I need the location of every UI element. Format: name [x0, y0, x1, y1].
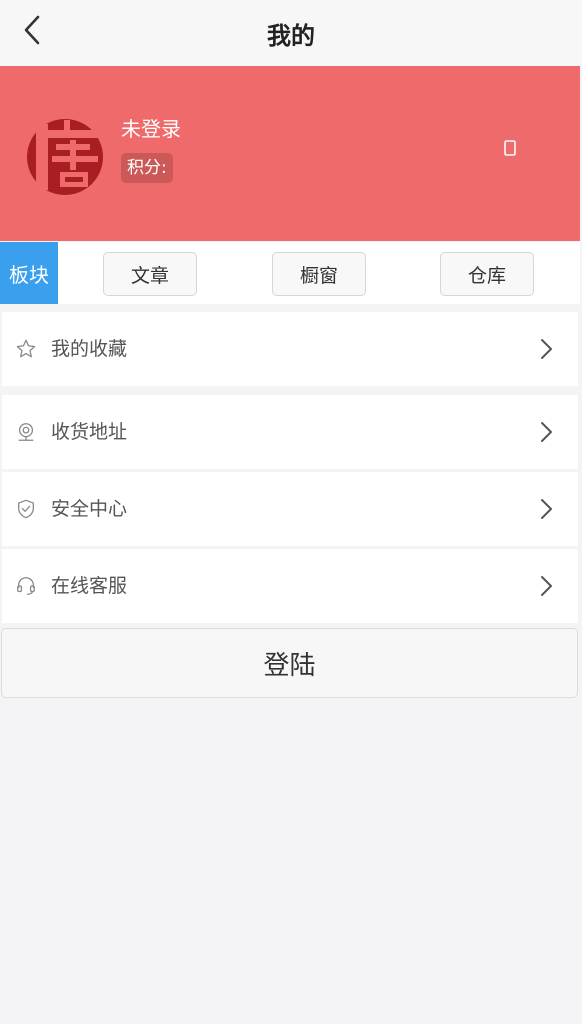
tab-articles[interactable]: 文章 — [103, 252, 197, 296]
chevron-right-icon — [536, 496, 556, 522]
menu-item-address[interactable]: 收货地址 — [2, 395, 578, 469]
category-tabs: 板块 文章 橱窗 仓库 — [0, 242, 580, 304]
profile-banner: 未登录 积分: — [0, 66, 580, 241]
tab-board[interactable]: 板块 — [0, 242, 58, 304]
menu-item-label: 收货地址 — [51, 421, 128, 443]
points-badge: 积分: — [121, 153, 173, 183]
headset-icon — [14, 574, 38, 598]
chevron-right-icon — [536, 419, 556, 445]
message-icon — [504, 140, 516, 156]
shield-icon — [14, 497, 38, 521]
tang-logo-icon — [27, 119, 103, 195]
menu-item-security[interactable]: 安全中心 — [2, 472, 578, 546]
user-name[interactable]: 未登录 — [121, 113, 181, 142]
location-icon — [14, 420, 38, 444]
chevron-right-icon — [536, 336, 556, 362]
tab-showcase[interactable]: 橱窗 — [272, 252, 366, 296]
header-bar: 我的 — [0, 0, 582, 66]
menu-item-label: 安全中心 — [51, 498, 128, 520]
menu-item-favorites[interactable]: 我的收藏 — [2, 312, 578, 386]
back-button[interactable] — [14, 12, 50, 48]
login-button[interactable]: 登陆 — [1, 628, 578, 698]
menu-item-label: 在线客服 — [51, 575, 128, 597]
menu-item-label: 我的收藏 — [51, 338, 128, 360]
star-icon — [14, 337, 38, 361]
menu-item-support[interactable]: 在线客服 — [2, 549, 578, 623]
tab-warehouse[interactable]: 仓库 — [440, 252, 534, 296]
avatar[interactable] — [26, 118, 104, 196]
page-title: 我的 — [267, 21, 315, 50]
chevron-left-icon — [24, 15, 40, 45]
chevron-right-icon — [536, 573, 556, 599]
profile-page: 我的 未登录 积分: 板块 文章 橱窗 仓库 我的收藏 收货地址 安全中心 在线… — [0, 0, 582, 1024]
message-button[interactable] — [503, 139, 517, 157]
